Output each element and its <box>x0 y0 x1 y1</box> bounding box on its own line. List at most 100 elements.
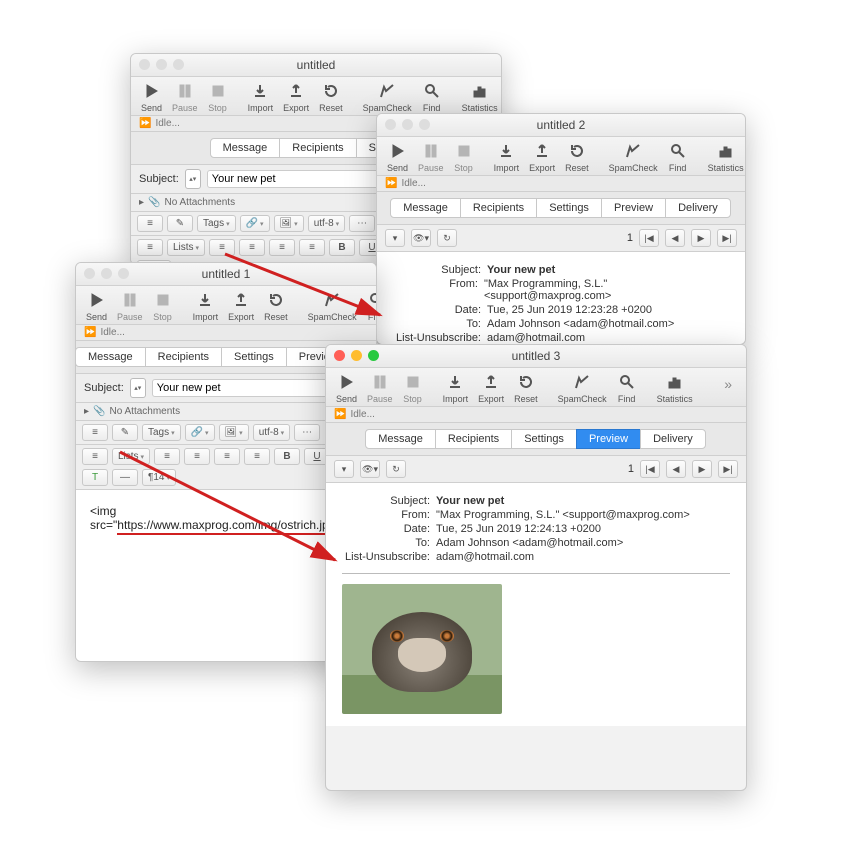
list-btn[interactable]: ≡ <box>137 215 163 232</box>
lists-dropdown[interactable]: Lists <box>167 239 205 256</box>
traffic-lights[interactable] <box>84 268 129 279</box>
expand-btn[interactable]: ▾ <box>385 229 405 247</box>
nav-next-btn[interactable]: ▶ <box>691 229 711 247</box>
align-right-btn[interactable]: ≡ <box>269 239 295 256</box>
nav-last-btn[interactable]: ▶| <box>717 229 737 247</box>
spamcheck-button[interactable]: SpamCheck <box>308 290 357 322</box>
hr-btn[interactable]: — <box>112 469 138 486</box>
ul-btn[interactable]: ≡ <box>137 239 163 256</box>
ul-btn[interactable]: ≡ <box>82 448 108 465</box>
eye-btn[interactable]: 👁▾ <box>360 460 380 478</box>
stop-button[interactable]: Stop <box>454 141 474 173</box>
tab-message[interactable]: Message <box>365 429 436 449</box>
import-button[interactable]: Import <box>494 141 520 173</box>
list-btn[interactable]: ≡ <box>82 424 108 441</box>
align-center-btn[interactable]: ≡ <box>239 239 265 256</box>
tags-dropdown[interactable]: Tags <box>142 424 181 441</box>
align-just-btn[interactable]: ≡ <box>244 448 270 465</box>
tab-preview[interactable]: Preview <box>601 198 666 218</box>
spamcheck-button[interactable]: SpamCheck <box>609 141 658 173</box>
align-just-btn[interactable]: ≡ <box>299 239 325 256</box>
pause-button[interactable]: Pause <box>418 141 444 173</box>
export-button[interactable]: Export <box>529 141 555 173</box>
tab-settings[interactable]: Settings <box>221 347 287 367</box>
align-left-btn[interactable]: ≡ <box>154 448 180 465</box>
send-button[interactable]: Send <box>86 290 107 322</box>
spamcheck-button[interactable]: SpamCheck <box>558 372 607 404</box>
tab-recipients[interactable]: Recipients <box>279 138 356 158</box>
opt-btn[interactable]: ⋯ <box>349 215 375 232</box>
img-dropdown[interactable]: 🖼 <box>219 424 249 441</box>
import-button[interactable]: Import <box>443 372 469 404</box>
tab-recipients[interactable]: Recipients <box>460 198 537 218</box>
tab-delivery[interactable]: Delivery <box>640 429 706 449</box>
align-center-btn[interactable]: ≡ <box>184 448 210 465</box>
pause-button[interactable]: Pause <box>172 81 198 113</box>
encoding-dropdown[interactable]: utf-8 <box>253 424 290 441</box>
refresh-btn[interactable]: ↻ <box>386 460 406 478</box>
bold-btn[interactable]: B <box>329 239 355 256</box>
find-button[interactable]: Find <box>367 290 377 322</box>
subject-stepper[interactable]: ▴▾ <box>185 169 201 189</box>
pause-button[interactable]: Pause <box>117 290 143 322</box>
expand-icon[interactable]: ⏩ <box>139 118 151 129</box>
find-button[interactable]: Find <box>617 372 637 404</box>
align-right-btn[interactable]: ≡ <box>214 448 240 465</box>
refresh-btn[interactable]: ↻ <box>437 229 457 247</box>
opt-btn[interactable]: ⋯ <box>294 424 320 441</box>
eye-btn[interactable]: 👁▾ <box>411 229 431 247</box>
reset-button[interactable]: Reset <box>514 372 538 404</box>
stop-button[interactable]: Stop <box>208 81 228 113</box>
tags-dropdown[interactable]: Tags <box>197 215 236 232</box>
encoding-dropdown[interactable]: utf-8 <box>308 215 345 232</box>
stop-button[interactable]: Stop <box>403 372 423 404</box>
expand-icon[interactable]: ⏩ <box>385 178 397 189</box>
nav-last-btn[interactable]: ▶| <box>718 460 738 478</box>
nav-first-btn[interactable]: |◀ <box>640 460 660 478</box>
text-color-btn[interactable]: T <box>82 469 108 486</box>
img-dropdown[interactable]: 🖼 <box>274 215 304 232</box>
titlebar[interactable]: untitled 2 <box>377 114 745 137</box>
toolbar-overflow[interactable]: » <box>720 372 736 396</box>
traffic-lights[interactable] <box>334 350 379 361</box>
link-dropdown[interactable]: 🔗 <box>185 424 215 441</box>
expand-icon[interactable]: ⏩ <box>334 409 346 420</box>
stop-button[interactable]: Stop <box>153 290 173 322</box>
brush-btn[interactable]: ✎ <box>112 424 138 441</box>
tab-settings[interactable]: Settings <box>536 198 602 218</box>
spamcheck-button[interactable]: SpamCheck <box>363 81 412 113</box>
tab-message[interactable]: Message <box>75 347 146 367</box>
titlebar[interactable]: untitled 1 <box>76 263 376 286</box>
tab-preview[interactable]: Preview <box>576 429 641 449</box>
nav-next-btn[interactable]: ▶ <box>692 460 712 478</box>
traffic-lights[interactable] <box>385 119 430 130</box>
link-dropdown[interactable]: 🔗 <box>240 215 270 232</box>
reset-button[interactable]: Reset <box>319 81 343 113</box>
subject-stepper[interactable]: ▴▾ <box>130 378 146 398</box>
bold-btn[interactable]: B <box>274 448 300 465</box>
pause-button[interactable]: Pause <box>367 372 393 404</box>
import-button[interactable]: Import <box>248 81 274 113</box>
tab-recipients[interactable]: Recipients <box>145 347 222 367</box>
tab-message[interactable]: Message <box>390 198 461 218</box>
tab-recipients[interactable]: Recipients <box>435 429 512 449</box>
export-button[interactable]: Export <box>283 81 309 113</box>
send-button[interactable]: Send <box>336 372 357 404</box>
statistics-button[interactable]: Statistics <box>462 81 498 113</box>
find-button[interactable]: Find <box>668 141 688 173</box>
nav-prev-btn[interactable]: ◀ <box>665 229 685 247</box>
reset-button[interactable]: Reset <box>565 141 589 173</box>
lists-dropdown[interactable]: Lists <box>112 448 150 465</box>
nav-prev-btn[interactable]: ◀ <box>666 460 686 478</box>
tab-settings[interactable]: Settings <box>511 429 577 449</box>
titlebar[interactable]: untitled <box>131 54 501 77</box>
expand-btn[interactable]: ▾ <box>334 460 354 478</box>
expand-icon[interactable]: ⏩ <box>84 327 96 338</box>
statistics-button[interactable]: Statistics <box>708 141 744 173</box>
titlebar[interactable]: untitled 3 <box>326 345 746 368</box>
find-button[interactable]: Find <box>422 81 442 113</box>
reset-button[interactable]: Reset <box>264 290 288 322</box>
import-button[interactable]: Import <box>193 290 219 322</box>
tab-delivery[interactable]: Delivery <box>665 198 731 218</box>
brush-btn[interactable]: ✎ <box>167 215 193 232</box>
